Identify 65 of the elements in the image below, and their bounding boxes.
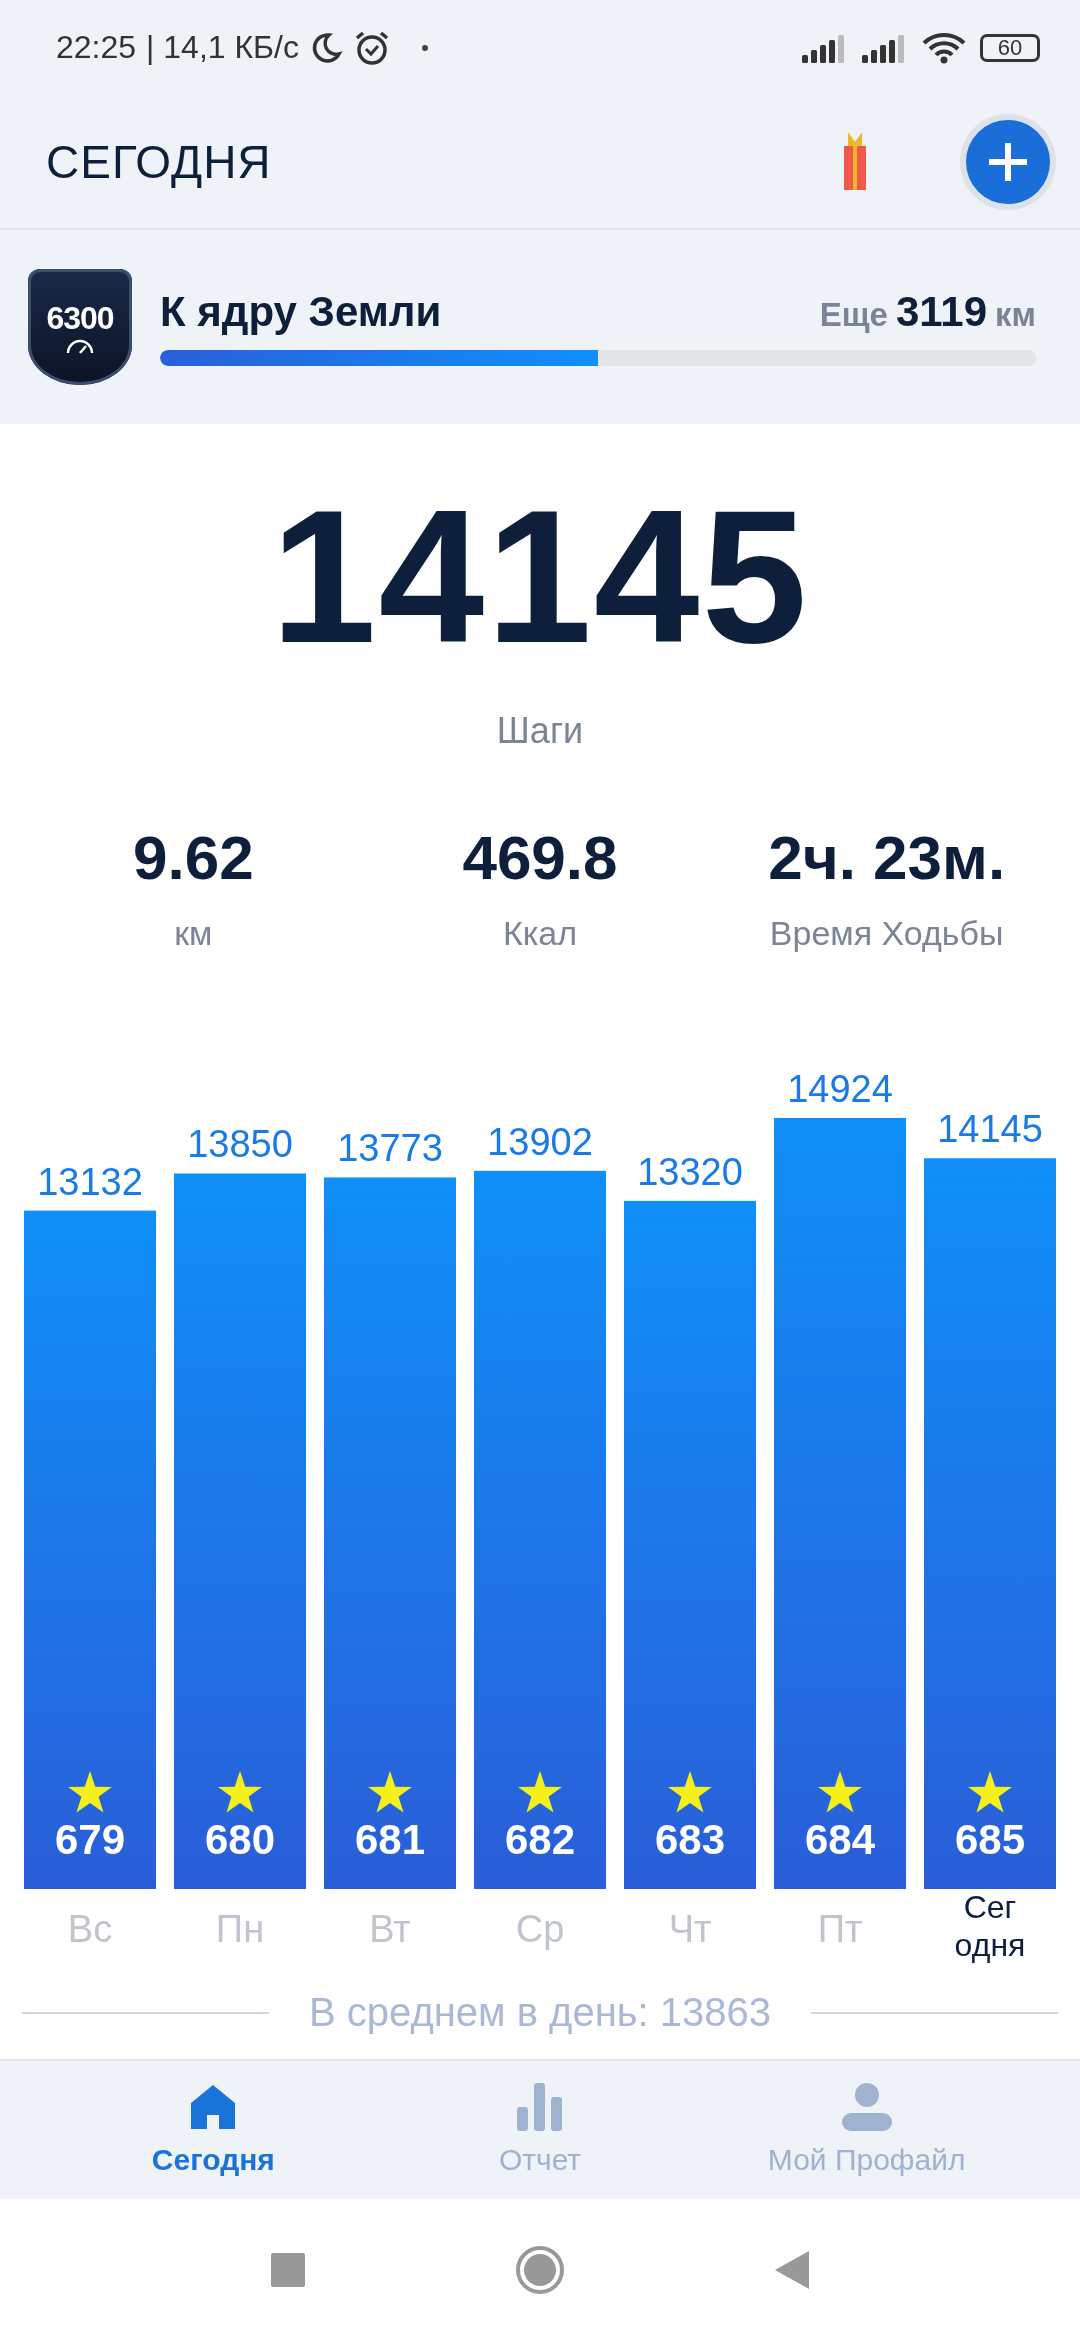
distance-unit: км xyxy=(995,296,1036,334)
day-label: Вт xyxy=(369,1908,411,1950)
day-label: Ср xyxy=(515,1908,565,1950)
step-value: 13320 xyxy=(637,1150,743,1193)
day-bar[interactable] xyxy=(624,1200,756,1889)
stat-value: 469.8 xyxy=(462,823,618,893)
day-label: Пт xyxy=(817,1908,863,1950)
step-value: 14145 xyxy=(937,1108,1043,1151)
star-icon xyxy=(68,1771,112,1813)
day-label: Сег одня xyxy=(954,1889,1026,1963)
person-icon xyxy=(841,2083,892,2131)
day-bar[interactable] xyxy=(924,1158,1056,1889)
day-bar[interactable] xyxy=(474,1170,606,1889)
stat-label: км xyxy=(174,913,213,953)
day-badge-number: 683 xyxy=(654,1816,726,1863)
day-badge-number: 681 xyxy=(354,1816,426,1863)
step-value: 13902 xyxy=(487,1120,593,1163)
battery-indicator: 60 xyxy=(980,33,1040,62)
back-icon[interactable] xyxy=(775,2250,809,2289)
day-badge-number: 682 xyxy=(504,1816,576,1863)
star-icon xyxy=(818,1771,862,1813)
day-bar[interactable] xyxy=(774,1118,906,1889)
day-badge-number: 680 xyxy=(204,1816,276,1863)
step-value: 13850 xyxy=(187,1123,293,1166)
recent-apps-icon[interactable] xyxy=(271,2252,305,2287)
home-icon xyxy=(189,2083,238,2131)
remaining-distance: 3119 xyxy=(895,288,988,336)
day-label: Вс xyxy=(67,1908,113,1950)
clock-time: 22:25 xyxy=(56,29,137,66)
bar-chart-icon xyxy=(517,2083,563,2131)
remaining-label: Еще xyxy=(819,296,888,334)
home-button-icon[interactable] xyxy=(515,2244,565,2295)
star-icon xyxy=(518,1771,562,1813)
step-count: 14145 xyxy=(270,481,810,671)
day-badge-number: 679 xyxy=(54,1816,126,1863)
step-value: 13773 xyxy=(337,1127,443,1170)
stat-label: Время Ходьбы xyxy=(769,913,1004,953)
day-label: Пн xyxy=(215,1908,265,1950)
day-bar[interactable] xyxy=(324,1177,456,1889)
day-bar[interactable] xyxy=(24,1210,156,1889)
notification-dot-icon xyxy=(421,43,429,52)
nav-tab[interactable]: Отчет xyxy=(376,2061,704,2199)
day-badge-number: 685 xyxy=(954,1816,1026,1863)
steps-label: Шаги xyxy=(496,711,584,751)
nav-tab[interactable]: Мой Профайл xyxy=(703,2061,1030,2199)
day-bar[interactable] xyxy=(174,1173,306,1889)
wifi-icon xyxy=(922,31,966,64)
network-speed: | 14,1 КБ/с xyxy=(146,29,299,66)
goal-title: К ядру Земли xyxy=(160,288,442,336)
star-icon xyxy=(368,1771,412,1813)
gift-icon[interactable] xyxy=(842,131,868,192)
step-value: 14924 xyxy=(787,1068,893,1110)
day-label: Чт xyxy=(668,1908,712,1950)
stat-label: Ккал xyxy=(502,913,578,953)
page-title: СЕГОДНЯ xyxy=(46,134,272,189)
step-value: 13132 xyxy=(37,1160,143,1203)
daily-average-text: В среднем в день: 13863 xyxy=(309,1990,771,2035)
star-icon xyxy=(968,1771,1012,1813)
nav-tab[interactable]: Сегодня xyxy=(50,2061,377,2199)
badge-number: 6300 xyxy=(46,299,114,337)
stat-value: 9.62 xyxy=(133,823,254,893)
stat-value: 2ч. 23м. xyxy=(768,823,1006,893)
star-icon xyxy=(668,1771,712,1813)
day-badge-number: 684 xyxy=(804,1816,876,1863)
star-icon xyxy=(218,1771,262,1813)
